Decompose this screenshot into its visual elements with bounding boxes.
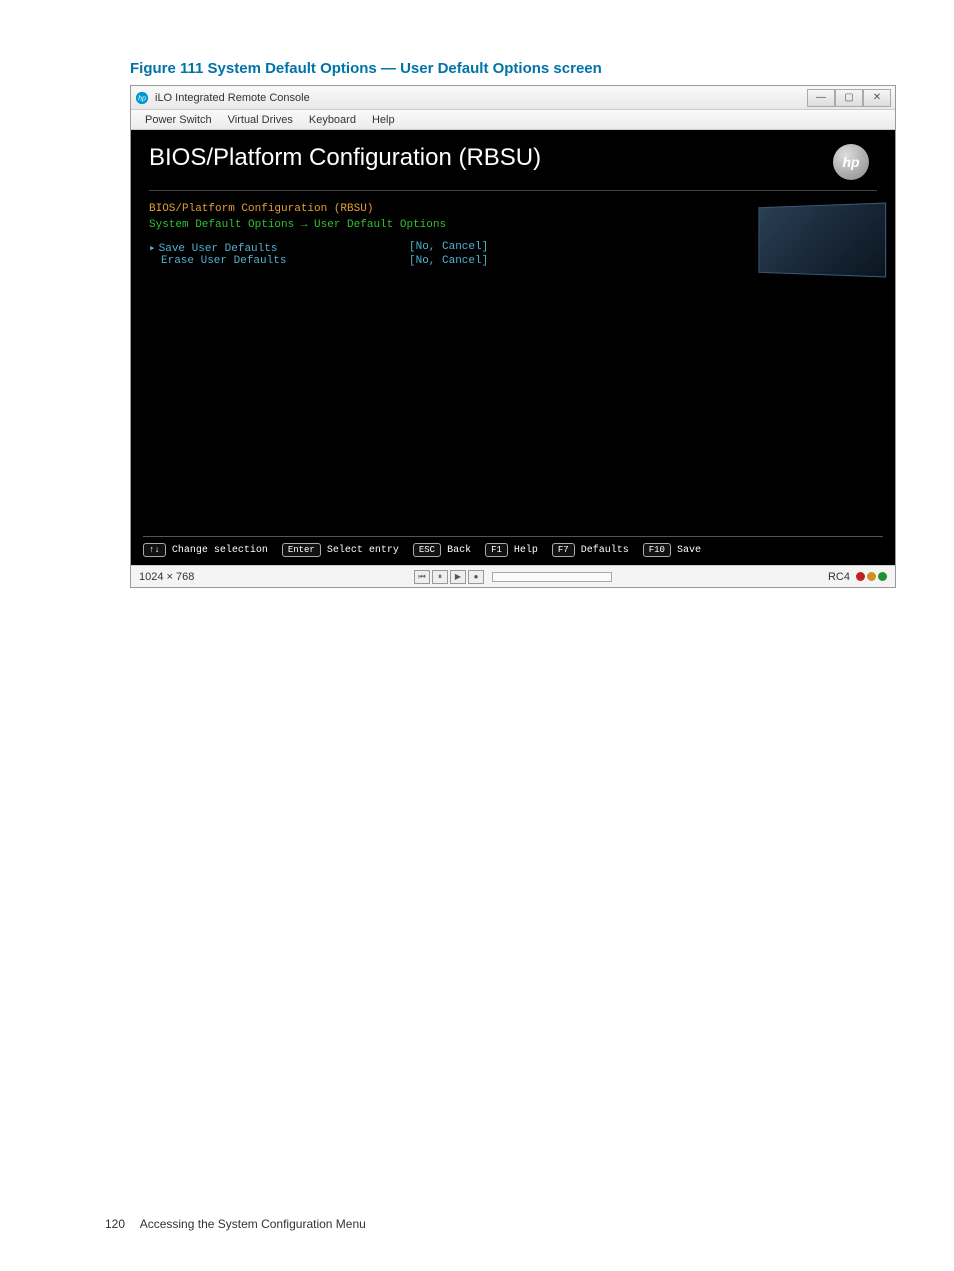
bios-title: BIOS/Platform Configuration (RBSU) bbox=[149, 144, 541, 172]
menu-help[interactable]: Help bbox=[364, 114, 403, 126]
key-label-change: Change selection bbox=[172, 545, 268, 556]
option-label: Erase User Defaults bbox=[161, 255, 286, 267]
titlebar: hp iLO Integrated Remote Console — ▢ ✕ bbox=[131, 86, 895, 110]
key-arrows: ↑↓ bbox=[143, 543, 166, 557]
titlebar-title: iLO Integrated Remote Console bbox=[155, 92, 807, 104]
key-label-select: Select entry bbox=[327, 545, 399, 556]
close-button[interactable]: ✕ bbox=[863, 89, 891, 107]
pause-button[interactable]: ⏸ bbox=[432, 570, 448, 584]
screenshot-window: hp iLO Integrated Remote Console — ▢ ✕ P… bbox=[130, 85, 896, 588]
statusbar: 1024 × 768 ⏮ ⏸ ▶ ● RC4 bbox=[131, 565, 895, 587]
menu-virtual-drives[interactable]: Virtual Drives bbox=[220, 114, 301, 126]
key-label-help: Help bbox=[514, 545, 538, 556]
key-f10: F10 bbox=[643, 543, 671, 557]
breadcrumb-sep: → bbox=[294, 219, 314, 231]
menubar: Power Switch Virtual Drives Keyboard Hel… bbox=[131, 110, 895, 130]
maximize-button[interactable]: ▢ bbox=[835, 89, 863, 107]
hp-icon: hp bbox=[135, 91, 149, 105]
key-esc: ESC bbox=[413, 543, 441, 557]
menu-power-switch[interactable]: Power Switch bbox=[137, 114, 220, 126]
page-number: 120 bbox=[105, 1217, 125, 1231]
key-f1: F1 bbox=[485, 543, 508, 557]
record-button[interactable]: ● bbox=[468, 570, 484, 584]
key-f7: F7 bbox=[552, 543, 575, 557]
key-label-defaults: Defaults bbox=[581, 545, 629, 556]
minimize-button[interactable]: — bbox=[807, 89, 835, 107]
breadcrumb-level2: User Default Options bbox=[314, 219, 446, 231]
play-button[interactable]: ▶ bbox=[450, 570, 466, 584]
key-label-back: Back bbox=[447, 545, 471, 556]
divider bbox=[149, 190, 877, 191]
rewind-button[interactable]: ⏮ bbox=[414, 570, 430, 584]
menu-keyboard[interactable]: Keyboard bbox=[301, 114, 364, 126]
svg-text:hp: hp bbox=[138, 95, 146, 102]
rc-label: RC4 bbox=[828, 571, 850, 583]
selection-arrow-icon: ▸ bbox=[149, 243, 156, 255]
led-green-icon bbox=[878, 572, 887, 581]
server-image bbox=[758, 202, 886, 277]
progress-indicator bbox=[492, 572, 612, 582]
page-footer: 120 Accessing the System Configuration M… bbox=[105, 1217, 824, 1231]
figure-caption: Figure 111 System Default Options — User… bbox=[130, 60, 824, 77]
footer-section: Accessing the System Configuration Menu bbox=[140, 1217, 366, 1231]
key-hint-bar: ↑↓ Change selection Enter Select entry E… bbox=[143, 536, 883, 557]
bios-screen: BIOS/Platform Configuration (RBSU) hp BI… bbox=[131, 130, 895, 565]
led-red-icon bbox=[856, 572, 865, 581]
breadcrumb-level1: System Default Options bbox=[149, 219, 294, 231]
hp-logo-icon: hp bbox=[833, 144, 869, 180]
option-label: Save User Defaults bbox=[159, 243, 278, 255]
led-yellow-icon bbox=[867, 572, 876, 581]
key-label-save: Save bbox=[677, 545, 701, 556]
resolution-label: 1024 × 768 bbox=[139, 571, 239, 583]
key-enter: Enter bbox=[282, 543, 321, 557]
